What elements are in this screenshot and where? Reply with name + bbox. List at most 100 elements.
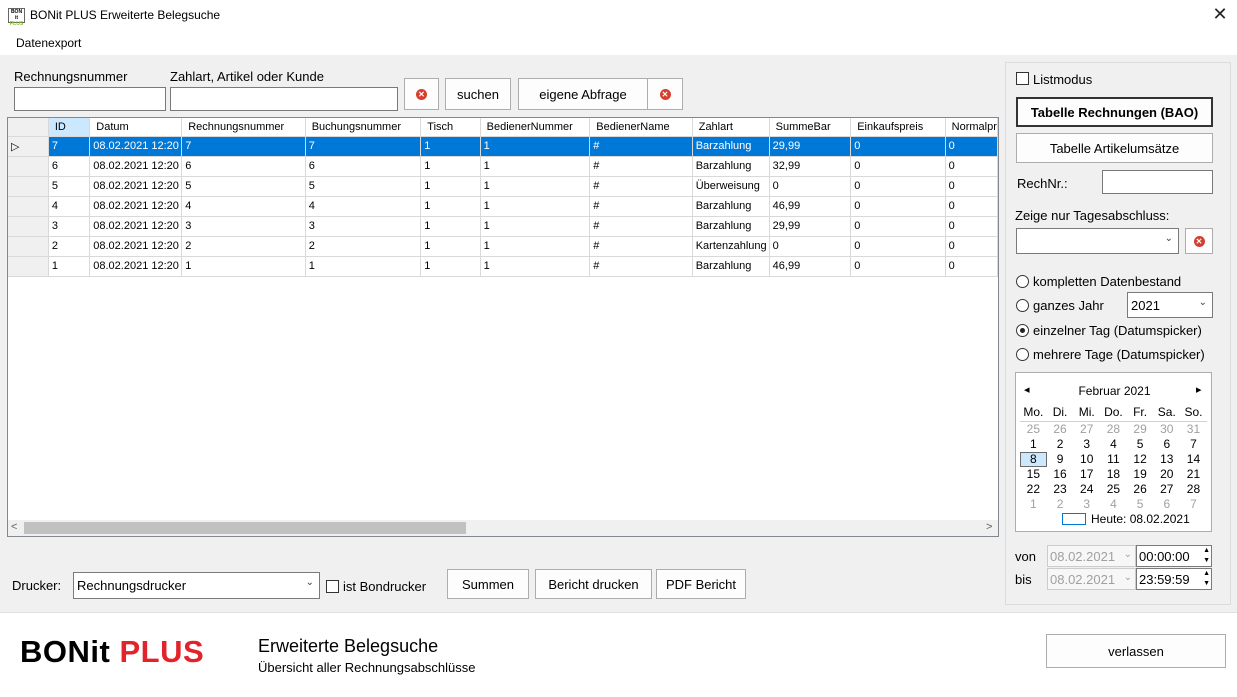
- table-cell[interactable]: 1: [420, 196, 481, 217]
- table-cell[interactable]: 5: [305, 176, 422, 197]
- table-invoices-button[interactable]: Tabelle Rechnungen (BAO): [1016, 97, 1213, 127]
- row-header[interactable]: [8, 236, 49, 257]
- calendar-day[interactable]: 27: [1073, 422, 1100, 437]
- row-header[interactable]: [8, 216, 49, 237]
- table-cell[interactable]: 1: [305, 256, 422, 277]
- table-articles-button[interactable]: Tabelle Artikelumsätze: [1016, 133, 1213, 163]
- table-cell[interactable]: 4: [181, 196, 306, 217]
- calendar-day[interactable]: 13: [1153, 452, 1180, 467]
- table-cell[interactable]: 1: [48, 256, 91, 277]
- table-cell[interactable]: 1: [420, 176, 481, 197]
- table-cell[interactable]: 2: [48, 236, 91, 257]
- table-cell[interactable]: 08.02.2021 12:20: [89, 216, 183, 237]
- table-cell[interactable]: #: [589, 216, 693, 237]
- table-cell[interactable]: 5: [48, 176, 91, 197]
- to-date-picker[interactable]: 08.02.2021 ⌄: [1047, 568, 1136, 590]
- daily-close-select[interactable]: ⌄: [1016, 228, 1179, 254]
- menu-item-datenexport[interactable]: Datenexport: [16, 36, 81, 50]
- today-label[interactable]: Heute: 08.02.2021: [1091, 512, 1190, 526]
- table-cell[interactable]: 08.02.2021 12:20: [89, 236, 183, 257]
- clear-daily-close-button[interactable]: ✕: [1185, 228, 1213, 254]
- column-header-zahlart[interactable]: Zahlart: [692, 118, 770, 137]
- calendar-day[interactable]: 12: [1127, 452, 1154, 467]
- scrollbar-thumb[interactable]: [24, 522, 466, 534]
- calendar-day[interactable]: 24: [1073, 482, 1100, 497]
- printer-select[interactable]: Rechnungsdrucker ⌄: [73, 572, 320, 599]
- search-button[interactable]: suchen: [445, 78, 511, 110]
- table-cell[interactable]: 0: [769, 236, 852, 257]
- table-cell[interactable]: 5: [181, 176, 306, 197]
- table-cell[interactable]: 6: [305, 156, 422, 177]
- column-header-summebar[interactable]: SummeBar: [769, 118, 852, 137]
- from-date-picker[interactable]: 08.02.2021 ⌄: [1047, 545, 1136, 567]
- table-cell[interactable]: 1: [420, 136, 481, 157]
- exit-button[interactable]: verlassen: [1046, 634, 1226, 668]
- calendar-day[interactable]: 5: [1127, 437, 1154, 452]
- table-cell[interactable]: 08.02.2021 12:20: [89, 256, 183, 277]
- calendar-day[interactable]: 17: [1073, 467, 1100, 482]
- table-cell[interactable]: 0: [945, 176, 998, 197]
- table-row[interactable]: 3 08.02.2021 12:20 3 3 1 1 # Barzahlung 29,99 0 0: [8, 216, 998, 237]
- table-cell[interactable]: 0: [945, 216, 998, 237]
- clear-search-button[interactable]: ✕: [404, 78, 439, 110]
- table-cell[interactable]: 0: [850, 196, 946, 217]
- calendar-day[interactable]: 2: [1047, 497, 1074, 512]
- row-header[interactable]: [8, 256, 49, 277]
- calendar-day[interactable]: 6: [1153, 437, 1180, 452]
- calendar-day[interactable]: 7: [1180, 437, 1207, 452]
- table-cell[interactable]: 08.02.2021 12:20: [89, 136, 183, 157]
- table-cell[interactable]: 1: [480, 256, 591, 277]
- table-cell[interactable]: #: [589, 136, 693, 157]
- calendar-day[interactable]: 31: [1180, 422, 1207, 437]
- table-row[interactable]: 1 08.02.2021 12:20 1 1 1 1 # Barzahlung 46,99 0 0: [8, 256, 998, 277]
- table-cell[interactable]: #: [589, 236, 693, 257]
- calendar-day[interactable]: 15: [1020, 467, 1047, 482]
- table-cell[interactable]: 1: [420, 236, 481, 257]
- table-cell[interactable]: 1: [480, 176, 591, 197]
- calendar-day[interactable]: 3: [1073, 497, 1100, 512]
- row-header[interactable]: [8, 196, 49, 217]
- row-header[interactable]: [8, 176, 49, 197]
- radio-multiple-days[interactable]: [1016, 348, 1029, 361]
- calendar-day[interactable]: 3: [1073, 437, 1100, 452]
- column-header-datum[interactable]: Datum: [89, 118, 183, 137]
- calendar-day[interactable]: 28: [1180, 482, 1207, 497]
- horizontal-scrollbar[interactable]: < >: [8, 520, 998, 536]
- calendar-day[interactable]: 9: [1047, 452, 1074, 467]
- table-cell[interactable]: 3: [305, 216, 422, 237]
- table-cell[interactable]: 0: [945, 256, 998, 277]
- table-cell[interactable]: 0: [850, 236, 946, 257]
- calendar-day[interactable]: 14: [1180, 452, 1207, 467]
- table-row[interactable]: 4 08.02.2021 12:20 4 4 1 1 # Barzahlung 46,99 0 0: [8, 196, 998, 217]
- table-cell[interactable]: Kartenzahlung: [692, 236, 770, 257]
- to-time-picker[interactable]: 23:59:59 ▲ ▼: [1136, 568, 1212, 590]
- column-header-rechnungsnummer[interactable]: Rechnungsnummer: [181, 118, 306, 137]
- table-cell[interactable]: 0: [850, 136, 946, 157]
- calendar-day[interactable]: 1: [1020, 497, 1047, 512]
- table-cell[interactable]: 4: [48, 196, 91, 217]
- column-header-buchungsnummer[interactable]: Buchungsnummer: [305, 118, 422, 137]
- table-cell[interactable]: 0: [945, 196, 998, 217]
- table-cell[interactable]: 1: [480, 216, 591, 237]
- bondrucker-checkbox[interactable]: [326, 580, 339, 593]
- calendar-day[interactable]: 2: [1047, 437, 1074, 452]
- table-cell[interactable]: 0: [945, 236, 998, 257]
- table-cell[interactable]: 2: [305, 236, 422, 257]
- scroll-left-icon[interactable]: <: [11, 521, 17, 533]
- table-cell[interactable]: 3: [181, 216, 306, 237]
- table-cell[interactable]: 2: [181, 236, 306, 257]
- table-cell[interactable]: #: [589, 156, 693, 177]
- table-cell[interactable]: Barzahlung: [692, 256, 770, 277]
- table-cell[interactable]: 29,99: [769, 216, 852, 237]
- table-cell[interactable]: 0: [850, 216, 946, 237]
- table-cell[interactable]: 1: [420, 156, 481, 177]
- calendar-day[interactable]: 10: [1073, 452, 1100, 467]
- table-cell[interactable]: Barzahlung: [692, 216, 770, 237]
- calendar-day[interactable]: 6: [1153, 497, 1180, 512]
- calendar-day[interactable]: 21: [1180, 467, 1207, 482]
- sum-button[interactable]: Summen: [447, 569, 529, 599]
- calendar-day[interactable]: 7: [1180, 497, 1207, 512]
- calendar-day[interactable]: 5: [1127, 497, 1154, 512]
- calendar-day[interactable]: 4: [1100, 497, 1127, 512]
- table-cell[interactable]: 1: [480, 156, 591, 177]
